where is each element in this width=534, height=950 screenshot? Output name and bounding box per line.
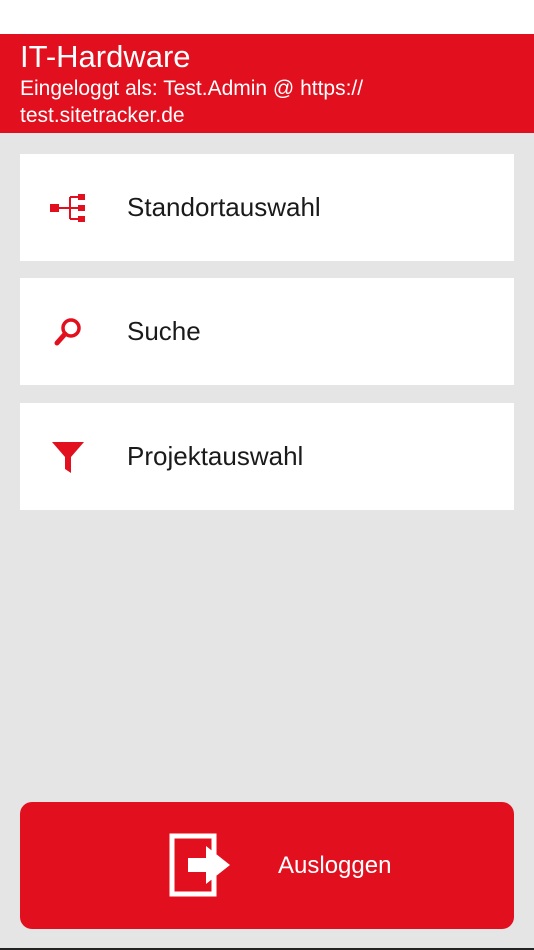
status-bar <box>0 0 534 34</box>
logout-label: Ausloggen <box>278 852 392 879</box>
menu-item-suche[interactable]: Suche <box>20 278 514 385</box>
menu-item-label: Projektauswahl <box>127 441 304 471</box>
login-info: Eingeloggt als: Test.Admin @ https:// te… <box>20 77 364 127</box>
app-header: IT-Hardware Eingeloggt als: Test.Admin @… <box>0 34 534 133</box>
menu-item-label: Standortauswahl <box>127 192 321 222</box>
page-title: IT-Hardware <box>20 39 191 74</box>
logout-icon <box>168 832 238 898</box>
filter-icon <box>48 437 88 477</box>
logout-button[interactable]: Ausloggen <box>20 802 514 929</box>
hierarchy-icon <box>48 188 88 228</box>
search-icon <box>48 312 88 352</box>
menu-item-label: Suche <box>127 316 201 346</box>
menu-item-projektauswahl[interactable]: Projektauswahl <box>20 403 514 510</box>
menu-item-standortauswahl[interactable]: Standortauswahl <box>20 154 514 261</box>
